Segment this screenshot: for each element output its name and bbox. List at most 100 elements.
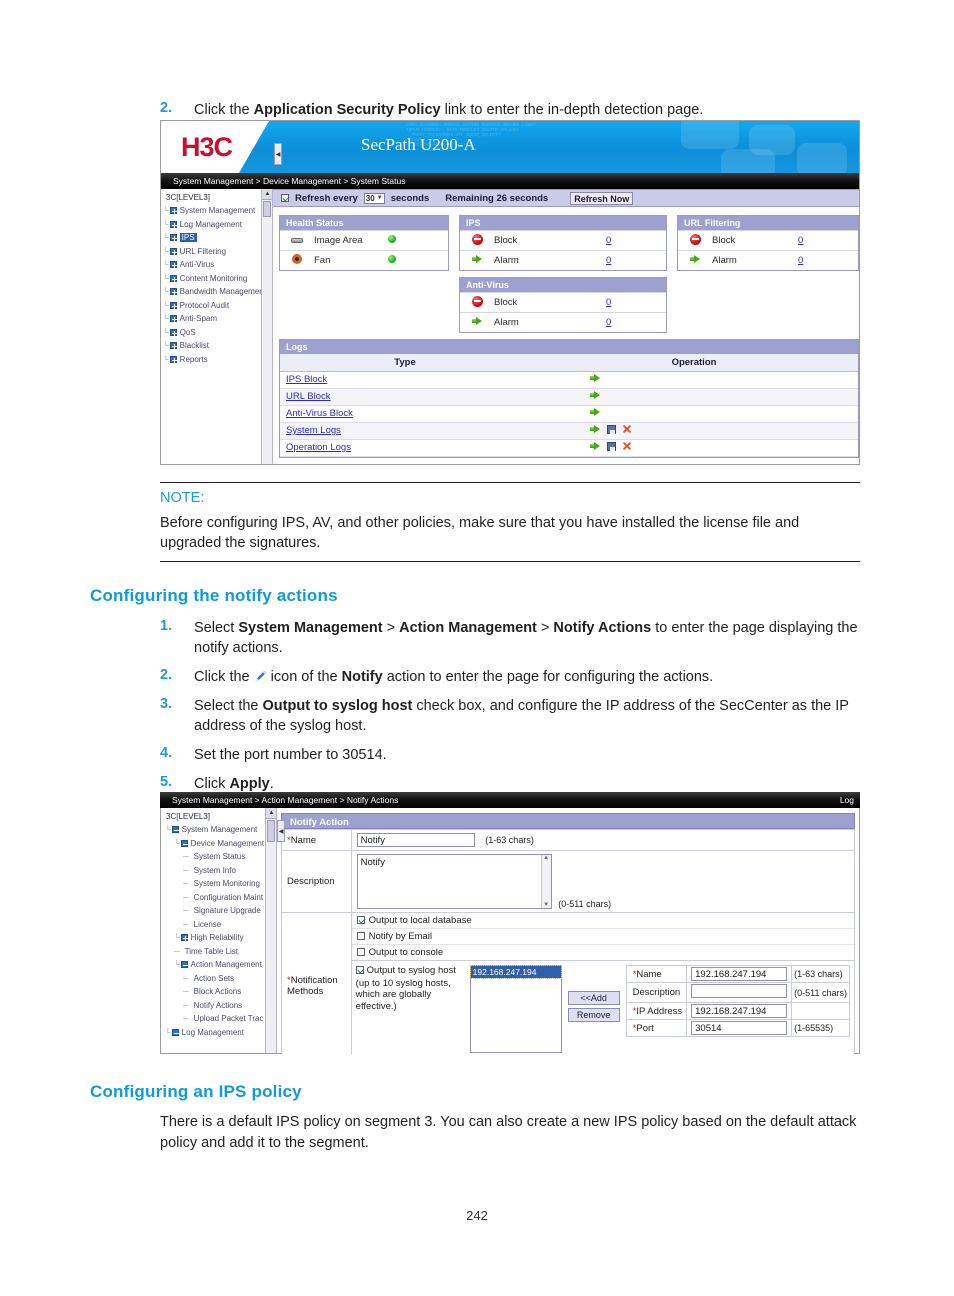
sidebar-item-bandwidth-management[interactable]: └ Bandwidth Management (163, 285, 272, 299)
scroll-down-icon[interactable]: ▼ (543, 902, 549, 908)
method-checkbox[interactable] (356, 932, 365, 940)
sidebar-item-qos[interactable]: └ QoS (163, 326, 272, 340)
save-icon[interactable] (607, 441, 616, 451)
sidebar-item-anti-spam[interactable]: └ Anti-Spam (163, 312, 272, 326)
sidebar-item-url-filtering[interactable]: └ URL Filtering (163, 245, 272, 259)
description-textarea[interactable]: Notify ▲ ▼ (356, 854, 552, 909)
url-block-count[interactable]: 0 (798, 235, 858, 246)
url-alarm-count[interactable]: 0 (798, 255, 858, 266)
sidebar-item-system-status[interactable]: ─ System Status (163, 850, 276, 864)
log-type-link[interactable]: URL Block (286, 391, 331, 402)
go-arrow-icon[interactable] (590, 424, 601, 434)
scroll-up-icon[interactable]: ▲ (262, 189, 272, 200)
log-type-link[interactable]: System Logs (286, 425, 341, 436)
remove-button[interactable]: Remove (567, 1008, 620, 1022)
sidebar-item-log-management[interactable]: └ Log Management (163, 218, 272, 232)
log-type-link[interactable]: IPS Block (286, 374, 327, 385)
sidebar-item-anti-virus[interactable]: └ Anti-Virus (163, 258, 272, 272)
syslog-host-listbox[interactable]: 192.168.247.194 (469, 965, 562, 1053)
sidebar-item-ips[interactable]: └ IPS (163, 231, 272, 245)
tree-collapse-toggle[interactable]: ◀ (277, 820, 285, 842)
go-arrow-icon[interactable] (590, 407, 601, 417)
method-checkbox-list[interactable]: Output to local database Notify by Email O… (351, 913, 854, 960)
refresh-checkbox[interactable] (281, 194, 289, 202)
expand-icon[interactable] (169, 328, 177, 336)
tree-item-list[interactable]: └ System Management └ Log Management └ IPS └ UR… (163, 204, 272, 366)
expand-icon[interactable] (169, 342, 177, 350)
form-row-name: *Name Notify (1-63 chars) (281, 829, 856, 851)
expand-icon[interactable] (169, 315, 177, 323)
refresh-now-button[interactable]: Refresh Now (570, 191, 634, 205)
go-arrow-icon[interactable] (590, 373, 601, 383)
sidebar-item-system-info[interactable]: ─ System Info (163, 864, 276, 878)
syslog-checkbox[interactable] (355, 966, 364, 974)
sidebar-item-device-management[interactable]: └ Device Management (163, 837, 276, 851)
expand-icon[interactable] (171, 826, 179, 834)
sidebar-item-signature-upgrade[interactable]: ─ Signature Upgrade (163, 904, 276, 918)
navigation-tree-2[interactable]: 3C[LEVEL3] └ System Management └ Device Man… (161, 808, 277, 1053)
expand-icon[interactable] (169, 220, 177, 228)
av-block-count[interactable]: 0 (606, 297, 666, 308)
textarea-scrollbar[interactable]: ▲ ▼ (540, 855, 551, 908)
method-checkbox[interactable] (356, 948, 365, 956)
go-arrow-icon[interactable] (590, 441, 601, 451)
refresh-interval-select[interactable]: 30 ▼ (363, 192, 385, 204)
list-item[interactable]: 192.168.247.194 (469, 965, 562, 979)
sidebar-item-high-reliability[interactable]: └ High Reliability (163, 931, 276, 945)
tree-collapse-toggle[interactable]: ◀ (274, 143, 282, 165)
sidebar-item-time-table-list[interactable]: ─ Time Table List (163, 945, 276, 959)
scroll-thumb[interactable] (267, 820, 275, 842)
add-button[interactable]: <<Add (567, 991, 620, 1005)
tree-scrollbar[interactable]: ▲ (265, 808, 276, 1053)
ips-block-count[interactable]: 0 (606, 235, 666, 246)
tree-scrollbar[interactable]: ▲ (261, 189, 272, 464)
av-alarm-count[interactable]: 0 (606, 317, 666, 328)
sidebar-item-reports[interactable]: └ Reports (163, 353, 272, 367)
expand-icon[interactable] (169, 288, 177, 296)
breadcrumb-log-link[interactable]: Log (840, 792, 854, 808)
expand-icon[interactable] (169, 207, 177, 215)
expand-icon[interactable] (171, 1028, 179, 1036)
log-type-link[interactable]: Operation Logs (286, 442, 351, 453)
sidebar-item-log-management[interactable]: └ Log Management (163, 1026, 276, 1040)
sidebar-item-system-monitoring[interactable]: ─ System Monitoring (163, 877, 276, 891)
sidebar-item-notify-actions[interactable]: ─ Notify Actions (163, 999, 276, 1013)
field-input[interactable]: 192.168.247.194 (691, 1004, 788, 1018)
name-input[interactable]: Notify (356, 833, 475, 847)
scroll-up-icon[interactable]: ▲ (543, 855, 549, 861)
field-input[interactable] (691, 984, 788, 998)
sidebar-item-upload-packet-trac[interactable]: ─ Upload Packet Trac (163, 1012, 276, 1026)
scroll-up-icon[interactable]: ▲ (266, 808, 276, 819)
delete-icon[interactable] (622, 442, 631, 451)
expand-icon[interactable] (169, 247, 177, 255)
expand-icon[interactable] (169, 274, 177, 282)
go-arrow-icon[interactable] (590, 390, 601, 400)
expand-icon[interactable] (169, 355, 177, 363)
sidebar-item-action-management[interactable]: └ Action Management (163, 958, 276, 972)
sidebar-item-blacklist[interactable]: └ Blacklist (163, 339, 272, 353)
save-icon[interactable] (607, 424, 616, 434)
sidebar-item-protocol-audit[interactable]: └ Protocol Audit (163, 299, 272, 313)
expand-icon[interactable] (169, 261, 177, 269)
field-input[interactable]: 192.168.247.194 (691, 967, 788, 981)
expand-icon[interactable] (180, 961, 188, 969)
sidebar-item-license[interactable]: ─ License (163, 918, 276, 932)
delete-icon[interactable] (622, 425, 631, 434)
log-type-link[interactable]: Anti-Virus Block (286, 408, 353, 419)
sidebar-item-system-management[interactable]: └ System Management (163, 823, 276, 837)
sidebar-item-system-management[interactable]: └ System Management (163, 204, 272, 218)
expand-icon[interactable] (180, 839, 188, 847)
sidebar-item-block-actions[interactable]: ─ Block Actions (163, 985, 276, 999)
tree-item-list[interactable]: └ System Management └ Device Management ─ Sys… (163, 823, 276, 1039)
scroll-thumb[interactable] (263, 201, 271, 217)
field-input[interactable]: 30514 (691, 1021, 788, 1035)
sidebar-item-configuration-maint[interactable]: ─ Configuration Maint (163, 891, 276, 905)
expand-icon[interactable] (180, 934, 188, 942)
ips-alarm-count[interactable]: 0 (606, 255, 666, 266)
sidebar-item-action-sets[interactable]: ─ Action Sets (163, 972, 276, 986)
navigation-tree-1[interactable]: 3C[LEVEL3] └ System Management └ Log Manage… (161, 189, 273, 464)
method-checkbox[interactable] (356, 916, 365, 924)
expand-icon[interactable] (169, 301, 177, 309)
sidebar-item-content-monitoring[interactable]: └ Content Monitoring (163, 272, 272, 286)
expand-icon[interactable] (169, 234, 177, 242)
